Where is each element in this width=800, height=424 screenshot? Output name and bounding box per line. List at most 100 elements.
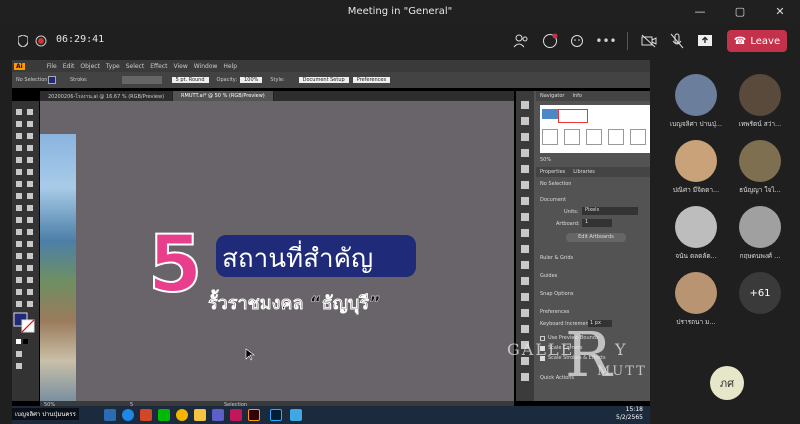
more-options-icon[interactable]: ••• xyxy=(595,32,616,50)
taskbar-clock: 15:18 5/2/2565 xyxy=(616,406,643,422)
document-setup-button[interactable]: Document Setup xyxy=(298,77,349,83)
navigator-preview[interactable] xyxy=(540,105,650,153)
avatar xyxy=(675,74,717,116)
brush-selector[interactable]: 5 pt. Round xyxy=(171,77,209,83)
windows-taskbar: เบญจลิศา ปานปุ่มนครร 15:18 5/2/2565 xyxy=(12,406,650,424)
chat-icon[interactable] xyxy=(541,32,559,50)
participant-name: ปณิศา มีจิตตา... xyxy=(672,186,720,194)
mic-off-icon[interactable] xyxy=(668,32,686,50)
opacity-label: Opacity: xyxy=(216,77,238,83)
close-button[interactable]: ✕ xyxy=(760,0,800,22)
maximize-button[interactable]: ▢ xyxy=(720,0,760,22)
menu-effect[interactable]: Effect xyxy=(150,63,167,70)
participant-tile[interactable]: เทพรัตน์ สว่า... xyxy=(730,74,790,129)
avatar xyxy=(739,74,781,116)
avatar xyxy=(739,206,781,248)
artwork-headline: สถานที่สำคัญ xyxy=(222,240,373,274)
document-tabs: 20200206-โรงงาน.ai @ 16.67 % (RGB/Previe… xyxy=(40,91,514,101)
participants-icon[interactable] xyxy=(512,32,530,50)
participant-name: ธนัญญา ใจไ... xyxy=(739,186,781,194)
tool-icons-grid[interactable] xyxy=(12,101,39,401)
participant-tile[interactable]: จนัน ตลตลัต... xyxy=(666,206,726,261)
minimize-button[interactable]: — xyxy=(680,0,720,22)
camera-off-icon[interactable] xyxy=(640,32,658,50)
menu-object[interactable]: Object xyxy=(80,63,100,70)
shared-screen: Ai File Edit Object Type Select Effect V… xyxy=(12,60,650,424)
opacity-field[interactable]: 100% xyxy=(240,77,263,83)
tab-properties[interactable]: Properties xyxy=(540,169,565,175)
variable-width-field[interactable] xyxy=(121,76,162,84)
participant-tile[interactable]: ปณิศา มีจิตตา... xyxy=(666,140,726,195)
meeting-toolbar: 06:29:41 ••• ☎ Leave xyxy=(0,22,800,60)
navigator-zoom[interactable]: 50% xyxy=(540,157,551,163)
preferences-button[interactable]: Preferences xyxy=(352,77,391,83)
shield-icon xyxy=(14,32,32,50)
watermark-bottom: MUTT xyxy=(597,364,647,379)
artboard-label: Artboard: xyxy=(556,221,580,227)
photos-icon[interactable] xyxy=(290,409,302,421)
more-participants-tile[interactable]: +61 xyxy=(730,272,790,314)
watermark-right: Y xyxy=(615,340,626,359)
avatar xyxy=(739,140,781,182)
participant-tile[interactable]: ธนัญญา ใจไ... xyxy=(730,140,790,195)
document-tab-active[interactable]: RMUTT.ai* @ 50 % (RGB/Preview) xyxy=(173,91,274,101)
chrome-icon[interactable] xyxy=(176,409,188,421)
menu-help[interactable]: Help xyxy=(223,63,237,70)
menu-view[interactable]: View xyxy=(174,63,188,70)
menu-select[interactable]: Select xyxy=(126,63,145,70)
tab-info[interactable]: Info xyxy=(572,93,581,99)
edge-icon[interactable] xyxy=(122,409,134,421)
more-participants-count: +61 xyxy=(739,272,781,314)
units-select[interactable]: Pixels xyxy=(582,207,638,215)
avatar xyxy=(675,272,717,314)
participant-tile[interactable]: ปรารถนา ม... xyxy=(666,272,726,327)
window-title: Meeting in "General" xyxy=(347,5,453,17)
share-screen-icon[interactable] xyxy=(696,32,714,50)
taskbar-date: 5/2/2565 xyxy=(616,414,643,421)
taskbar-time: 15:18 xyxy=(625,406,643,413)
photoshop-taskbar-icon[interactable] xyxy=(270,409,282,421)
document-section-label: Document xyxy=(540,197,566,203)
selection-status: No Selection xyxy=(16,77,48,83)
units-label: Units: xyxy=(564,209,579,215)
folder-icon[interactable] xyxy=(194,409,206,421)
toolbar-divider xyxy=(627,32,628,50)
fill-swatch[interactable] xyxy=(48,76,56,84)
participant-tile[interactable]: กฤษดนพงศ์ ... xyxy=(730,206,790,261)
participant-overlay-name: เบญจลิศา ปานปุ่มนครร xyxy=(12,408,79,420)
avatar xyxy=(675,206,717,248)
start-icon[interactable] xyxy=(104,409,116,421)
menu-type[interactable]: Type xyxy=(106,63,120,70)
powerpoint-icon[interactable] xyxy=(140,409,152,421)
recording-icon xyxy=(32,32,50,50)
reactions-icon[interactable] xyxy=(569,32,587,50)
participant-name: เบญจลิศา ปานปุ่... xyxy=(669,120,723,128)
avatar xyxy=(675,140,717,182)
self-avatar[interactable]: ภศ xyxy=(710,366,744,400)
menu-window[interactable]: Window xyxy=(194,63,218,70)
menu-file[interactable]: File xyxy=(47,63,57,70)
menu-edit[interactable]: Edit xyxy=(63,63,75,70)
ruler-grids-label: Ruler & Grids xyxy=(540,255,574,261)
snap-options-label: Snap Options xyxy=(540,291,574,297)
edit-artboards-button[interactable]: Edit Artboards xyxy=(566,233,626,242)
meeting-timer: 06:29:41 xyxy=(56,34,105,45)
artboard-select[interactable]: 1 xyxy=(582,219,612,227)
artboard-canvas[interactable]: 5 สถานที่สำคัญ รั้วราชมงคล “ธัญบุรี” xyxy=(40,101,514,401)
participant-name: กฤษดนพงศ์ ... xyxy=(739,252,781,260)
teams-icon[interactable] xyxy=(212,409,224,421)
participant-name: เทพรัตน์ สว่า... xyxy=(738,120,782,128)
line-icon[interactable] xyxy=(158,409,170,421)
app-icon[interactable] xyxy=(230,409,242,421)
participant-name: ปรารถนา ม... xyxy=(676,318,716,326)
participant-tile[interactable]: เบญจลิศา ปานปุ่... xyxy=(666,74,726,129)
watermark-letter: R xyxy=(565,318,612,391)
tools-panel xyxy=(12,101,39,401)
illustrator-control-bar: No Selection Stroke: 5 pt. Round Opacity… xyxy=(12,72,650,88)
document-tab[interactable]: 20200206-โรงงาน.ai @ 16.67 % (RGB/Previe… xyxy=(40,91,174,101)
tab-navigator[interactable]: Navigator xyxy=(540,93,564,99)
tab-libraries[interactable]: Libraries xyxy=(573,169,595,175)
leave-button[interactable]: ☎ Leave xyxy=(727,30,787,52)
illustrator-taskbar-icon[interactable] xyxy=(248,409,260,421)
preferences-section-label: Preferences xyxy=(540,309,570,315)
